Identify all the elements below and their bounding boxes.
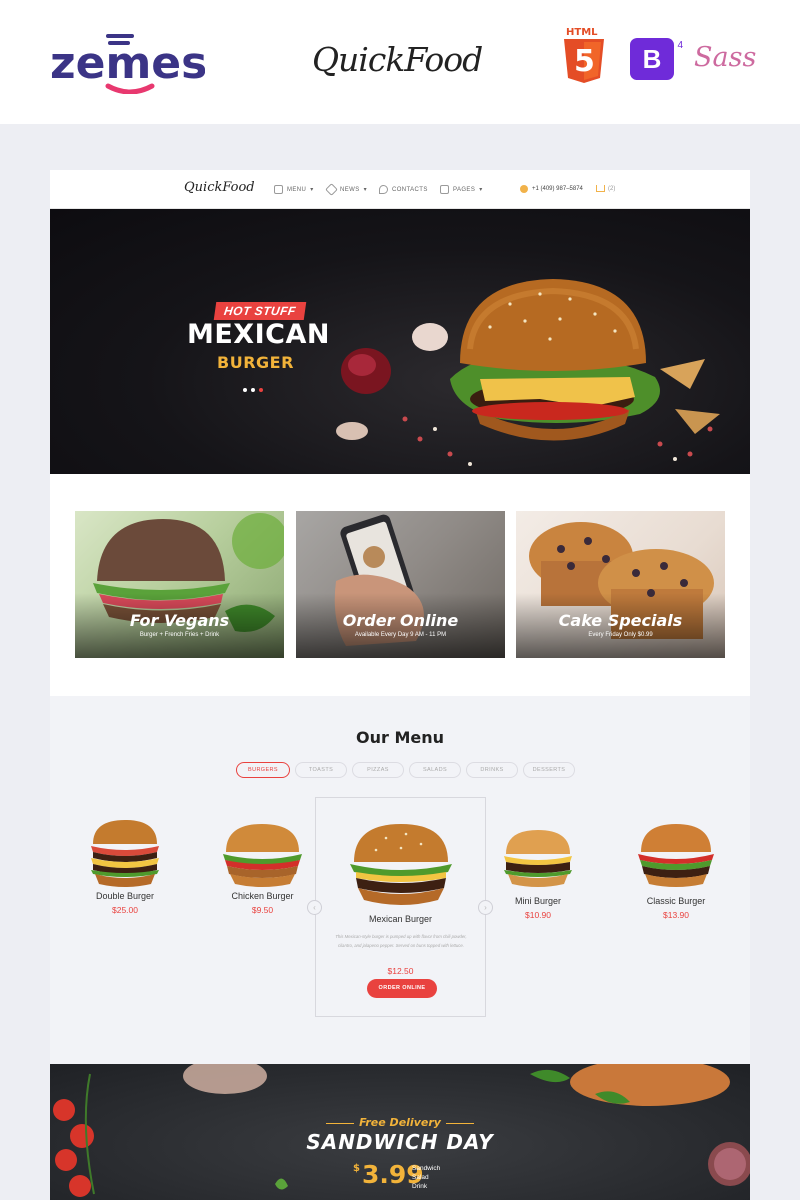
zemes-logo[interactable]: zemes [50, 30, 205, 94]
menu-item-name: Chicken Burger [231, 891, 294, 901]
burger-icon [274, 185, 283, 194]
menu-item-price: $13.90 [663, 910, 689, 920]
hero-slider: HOT STUFF MEXICAN BURGER [50, 209, 750, 474]
menu-item-name: Mini Burger [514, 896, 561, 906]
menu-section: Our Menu BURGERS TOASTS PIZZAS SALADS DR… [50, 696, 750, 1064]
menu-prev-arrow[interactable]: ‹ [307, 900, 322, 915]
quickfood-brand: QuickFood [312, 40, 483, 79]
menu-item-name: Classic Burger [646, 896, 706, 906]
phone-number: +1 (409) 987–5874 [532, 186, 583, 192]
nav-item-contacts[interactable]: CONTACTS [379, 185, 428, 194]
burger-hero-image [336, 279, 720, 466]
menu-item[interactable]: Mini Burger $10.90 [498, 826, 578, 920]
menu-item-price: $10.90 [525, 910, 551, 920]
featured-item-name: Mexican Burger [368, 914, 433, 924]
double-burger-image [91, 820, 159, 887]
nav-cart[interactable]: (2) [596, 185, 615, 192]
slider-dot-active[interactable] [259, 388, 263, 392]
svg-text:5: 5 [574, 44, 595, 79]
sandwich-pre-title: Free Delivery [359, 1116, 441, 1129]
tab-pizzas[interactable]: PIZZAS [352, 762, 404, 778]
feature-cards: For Vegans Burger + French Fries + Drink… [50, 474, 750, 696]
include-item: Salad [412, 1174, 429, 1181]
card-text: Burger + French Fries + Drink [139, 632, 220, 638]
bootstrap-version: 4 [677, 40, 683, 51]
nav-item-label: MENU [287, 186, 307, 193]
hero-title: MEXICAN [187, 319, 330, 350]
tab-salads[interactable]: SALADS [409, 762, 461, 778]
featured-menu-item[interactable]: Mexican Burger This Mexican-style burger… [315, 797, 486, 1017]
slider-dot[interactable] [243, 388, 247, 392]
nav-item-label: PAGES [453, 186, 476, 193]
site-preview: QuickFood MENU ▾ NEWS ▾ CONTACTS PAGES ▾… [50, 170, 750, 1200]
tab-burgers[interactable]: BURGERS [236, 762, 290, 778]
sandwich-title: SANDWICH DAY [306, 1130, 494, 1154]
layers-icon [440, 185, 449, 194]
featured-item-price: $12.50 [387, 966, 414, 976]
tab-desserts[interactable]: DESSERTS [523, 762, 575, 778]
tab-toasts[interactable]: TOASTS [295, 762, 347, 778]
order-online-button[interactable]: ORDER ONLINE [367, 979, 437, 998]
menu-item-price: $25.00 [112, 905, 138, 915]
mexican-burger-image [350, 824, 452, 905]
menu-item[interactable]: Chicken Burger $9.50 [220, 820, 305, 915]
card-title: Cake Specials [558, 611, 683, 630]
slider-dots [243, 388, 263, 392]
include-item: Drink [412, 1183, 428, 1190]
feature-card-order-online[interactable]: Order Online Available Every Day 9 AM - … [296, 511, 505, 658]
nav-item-label: CONTACTS [392, 186, 428, 193]
slider-dot[interactable] [251, 388, 255, 392]
bootstrap-badge: B 4 [630, 38, 683, 80]
card-title: Order Online [342, 611, 459, 630]
menu-item[interactable]: Double Burger $25.00 [85, 816, 165, 915]
card-title: For Vegans [129, 611, 230, 630]
chicken-burger-image [223, 824, 302, 887]
site-nav: QuickFood MENU ▾ NEWS ▾ CONTACTS PAGES ▾… [50, 170, 750, 209]
svg-text:HTML: HTML [566, 27, 598, 38]
chevron-down-icon: ▾ [363, 187, 368, 193]
sandwich-includes: Sandwich Salad Drink [412, 1164, 440, 1191]
card-text: Every Friday Only $0.99 [588, 632, 653, 638]
nav-item-menu[interactable]: MENU ▾ [274, 185, 314, 194]
sandwich-day-banner: Free Delivery SANDWICH DAY $3.99 Sandwic… [50, 1064, 750, 1200]
phone-icon [520, 185, 528, 193]
nav-item-label: NEWS [340, 186, 360, 193]
feature-card-vegans[interactable]: For Vegans Burger + French Fries + Drink [75, 511, 284, 658]
feature-card-cake-specials[interactable]: Cake Specials Every Friday Only $0.99 [516, 511, 725, 658]
svg-text:zemes: zemes [50, 38, 205, 89]
featured-item-price-wrap: $12.50 [316, 961, 485, 979]
chevron-right-icon: › [484, 903, 487, 912]
tag-icon [325, 183, 338, 196]
location-icon [379, 185, 388, 194]
html5-badge: HTML 5 [564, 27, 604, 83]
include-item: Sandwich [412, 1165, 441, 1172]
bootstrap-letter: B [642, 44, 662, 74]
sass-badge: Sass [694, 42, 757, 73]
hero-tag: HOT STUFF [213, 302, 307, 320]
nav-item-news[interactable]: NEWS ▾ [325, 183, 368, 196]
card-text: Available Every Day 9 AM - 11 PM [354, 632, 447, 638]
promo-header: zemes QuickFood HTML 5 B 4 Sass [0, 0, 800, 124]
menu-title: Our Menu [355, 728, 444, 747]
featured-item-description: This Mexican-style burger is pumped up w… [335, 934, 467, 948]
menu-tabs: BURGERS TOASTS PIZZAS SALADS DRINKS DESS… [236, 762, 575, 778]
chevron-down-icon: ▾ [310, 187, 314, 193]
classic-burger-image [638, 824, 714, 887]
menu-item[interactable]: Classic Burger $13.90 [635, 820, 717, 920]
featured-item-text: Mexican Burger [316, 914, 485, 924]
tab-drinks[interactable]: DRINKS [466, 762, 518, 778]
nav-phone[interactable]: +1 (409) 987–5874 [520, 185, 583, 193]
chevron-left-icon: ‹ [313, 903, 316, 912]
currency-symbol: $ [353, 1163, 360, 1174]
mini-burger-image [504, 830, 572, 887]
chevron-down-icon: ▾ [479, 187, 483, 193]
menu-next-arrow[interactable]: › [478, 900, 493, 915]
cart-icon [596, 185, 605, 192]
hero-subtitle: BURGER [217, 353, 294, 372]
nav-logo[interactable]: QuickFood [184, 180, 255, 195]
nav-item-pages[interactable]: PAGES ▾ [440, 185, 483, 194]
cart-count: (2) [608, 185, 616, 192]
menu-item-price: $9.50 [251, 905, 274, 915]
menu-item-name: Double Burger [95, 891, 155, 901]
